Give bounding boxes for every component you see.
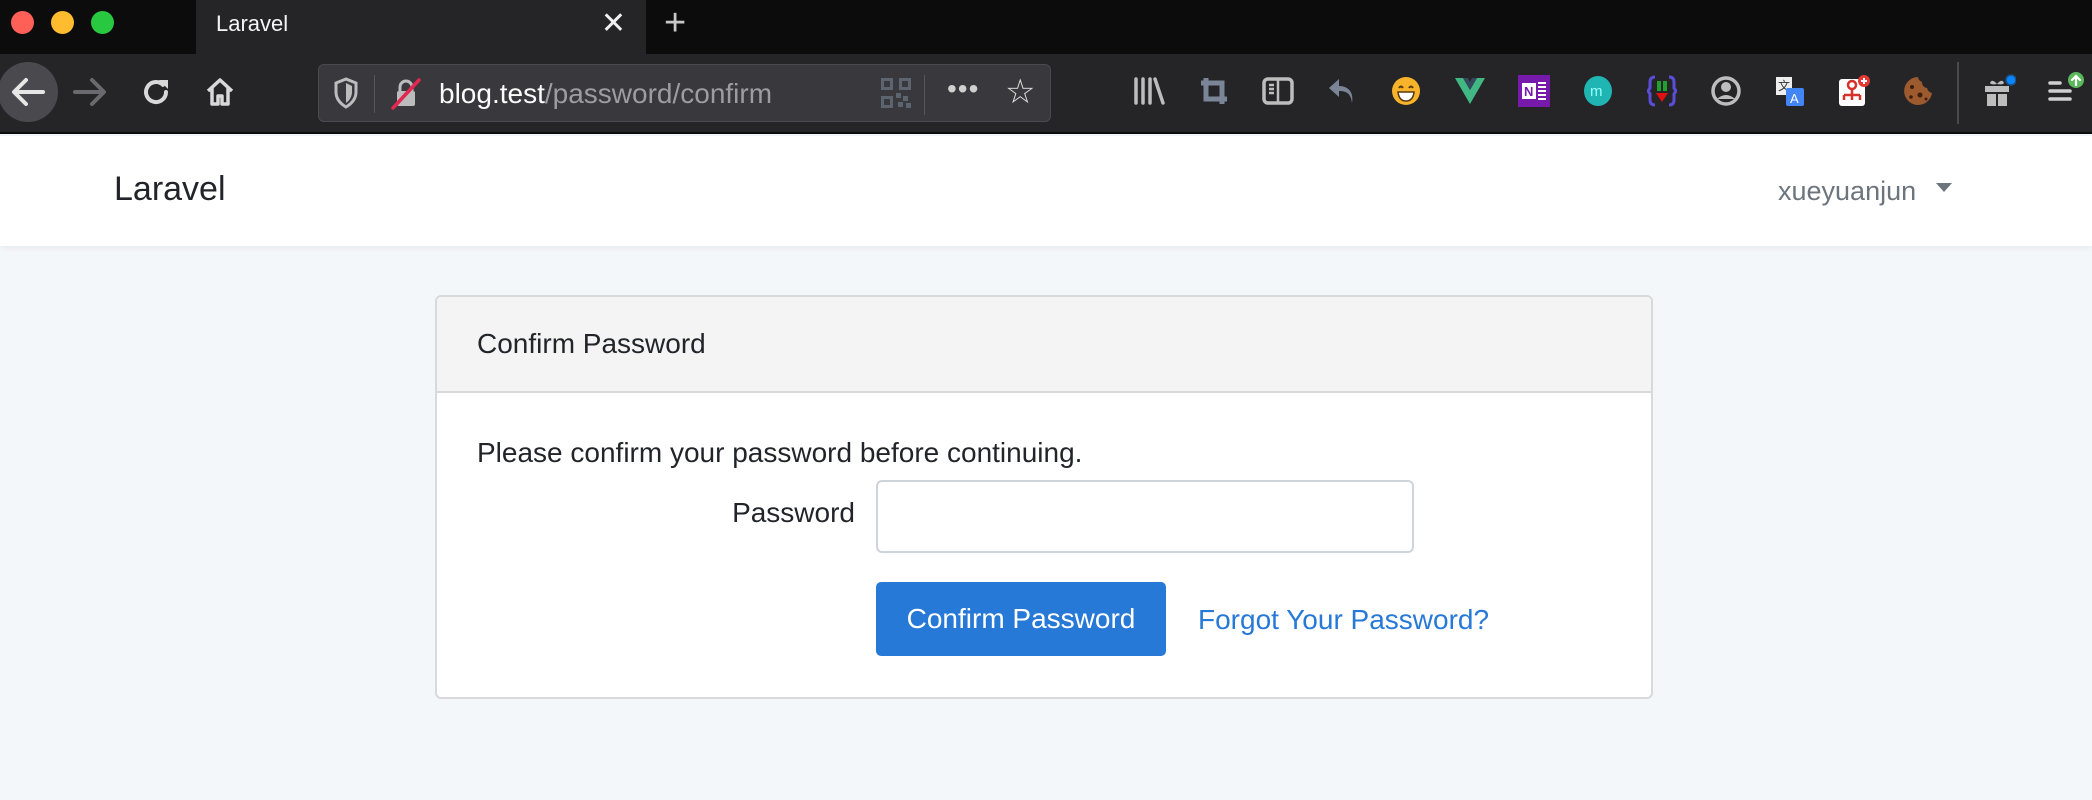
mercury-reader-icon[interactable]: m (1579, 72, 1617, 110)
card-header: Confirm Password (437, 297, 1651, 393)
account-icon[interactable] (1707, 72, 1745, 110)
reader-sidebar-icon[interactable] (1259, 72, 1297, 110)
url-host: blog.test (439, 78, 545, 109)
app-menu-icon[interactable] (2044, 72, 2092, 110)
url-bar-separator (374, 75, 375, 113)
app-navbar: Laravel xueyuanjun (0, 136, 2092, 246)
svg-text:A: A (1790, 91, 1799, 106)
crop-screenshot-icon[interactable] (1195, 72, 1233, 110)
vue-devtools-icon[interactable] (1451, 72, 1489, 110)
brand-link[interactable]: Laravel (114, 170, 226, 209)
forgot-password-link[interactable]: Forgot Your Password? (1198, 604, 1489, 636)
reload-icon (144, 80, 169, 105)
bookmark-star-icon[interactable]: ☆ (1005, 72, 1035, 112)
user-dropdown-toggle[interactable]: xueyuanjun (1778, 176, 1953, 207)
tab-close-icon[interactable]: ✕ (601, 6, 626, 42)
arrow-right-icon (73, 78, 106, 106)
password-label: Password (732, 497, 855, 528)
google-translate-icon[interactable]: 文A (1771, 72, 1809, 110)
forward-button[interactable] (62, 64, 118, 120)
toolbar-separator (1957, 62, 1959, 124)
browser-tab-strip: Laravel ✕ + (0, 0, 2092, 54)
sitemap-extension-icon[interactable] (1835, 72, 1873, 110)
url-bar-separator (924, 75, 925, 115)
window-maximize-button[interactable] (91, 11, 114, 34)
svg-text:m: m (1590, 83, 1603, 100)
browser-toolbar: blog.test/password/confirm ••• ☆ N m 文A (0, 54, 2092, 134)
window-close-button[interactable] (11, 11, 34, 34)
url-text[interactable]: blog.test/password/confirm (439, 78, 772, 110)
svg-text:N: N (1524, 84, 1533, 99)
emoji-extension-icon[interactable] (1387, 72, 1425, 110)
caret-down-icon (1936, 183, 1953, 192)
confirm-password-card: Confirm Password Please confirm your pas… (435, 295, 1653, 699)
new-tab-button[interactable]: + (664, 2, 686, 44)
confirm-instructions: Please confirm your password before cont… (477, 437, 1083, 468)
reload-button[interactable] (128, 64, 184, 120)
qr-code-icon[interactable] (881, 78, 911, 108)
page-actions-more-icon[interactable]: ••• (947, 73, 979, 105)
onenote-clipper-icon[interactable]: N (1515, 72, 1553, 110)
url-bar[interactable]: blog.test/password/confirm ••• ☆ (318, 64, 1051, 122)
back-button[interactable] (0, 62, 58, 122)
insecure-lock-icon[interactable] (389, 76, 423, 115)
password-input[interactable] (876, 480, 1414, 553)
undo-close-tab-icon[interactable] (1323, 72, 1361, 110)
json-viewer-icon[interactable] (1643, 72, 1681, 110)
home-button[interactable] (192, 64, 248, 120)
home-icon (206, 78, 234, 106)
arrow-left-icon (12, 78, 45, 106)
browser-tab-active[interactable]: Laravel ✕ (196, 0, 646, 54)
tracking-protection-shield-icon[interactable] (333, 77, 359, 114)
confirm-password-button[interactable]: Confirm Password (876, 582, 1166, 656)
url-path: /password/confirm (544, 78, 773, 109)
tab-title: Laravel (216, 11, 289, 36)
library-icon[interactable] (1130, 72, 1168, 110)
cookie-editor-icon[interactable] (1899, 72, 1937, 110)
window-minimize-button[interactable] (51, 11, 74, 34)
whats-new-gift-icon[interactable] (1980, 72, 2018, 110)
user-name: xueyuanjun (1778, 176, 1917, 206)
card-title: Confirm Password (477, 328, 706, 359)
